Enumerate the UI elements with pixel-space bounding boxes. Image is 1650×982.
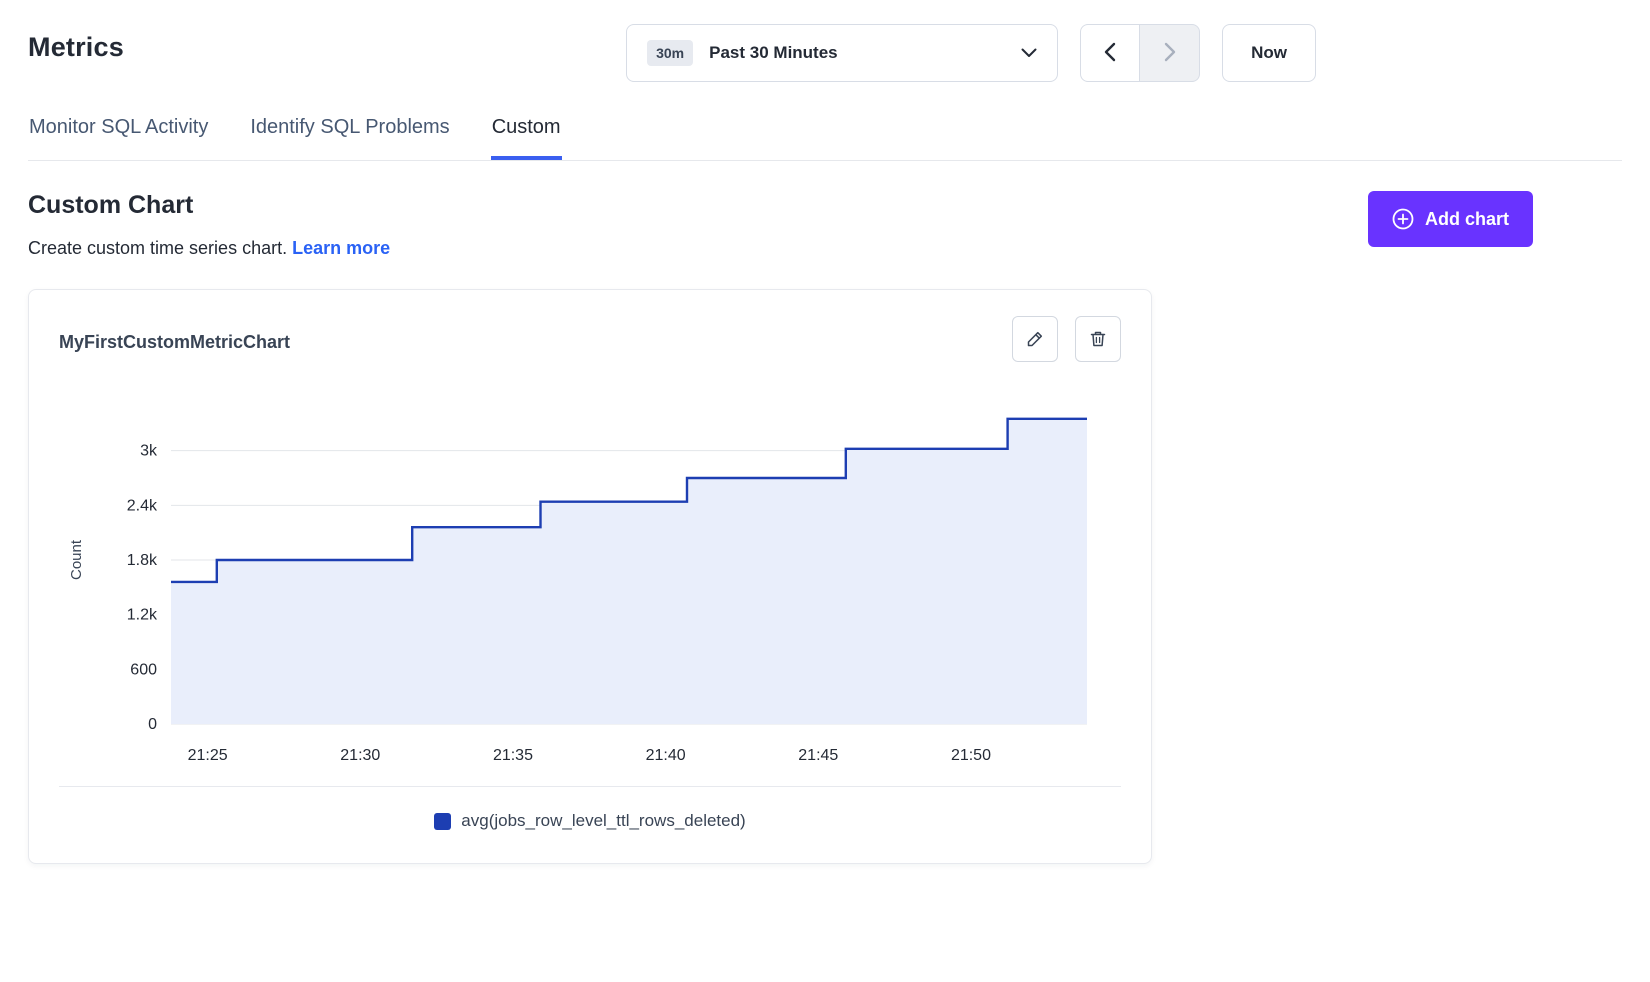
page-header: Metrics 30m Past 30 Minutes <box>28 24 1622 82</box>
chart-title: MyFirstCustomMetricChart <box>59 332 290 353</box>
svg-text:1.8k: 1.8k <box>127 552 158 569</box>
custom-chart-section-text: Custom Chart Create custom time series c… <box>28 191 390 259</box>
chart-plot-area: 0 600 1.2k 1.8k 2.4k 3k 21:25 21:30 21:35 21:40 21… <box>59 380 1121 780</box>
plus-circle-icon <box>1392 208 1414 230</box>
time-next-button[interactable] <box>1140 24 1200 82</box>
now-button[interactable]: Now <box>1222 24 1316 82</box>
chevron-right-icon <box>1164 42 1176 65</box>
svg-text:0: 0 <box>148 716 157 733</box>
legend-divider <box>59 786 1121 787</box>
svg-text:21:45: 21:45 <box>798 747 838 764</box>
svg-text:2.4k: 2.4k <box>127 497 158 514</box>
chart-card-actions <box>1012 316 1121 362</box>
svg-text:21:50: 21:50 <box>951 747 991 764</box>
add-chart-button-label: Add chart <box>1425 209 1509 230</box>
chevron-down-icon <box>1021 48 1037 58</box>
svg-text:Count: Count <box>68 539 85 580</box>
tab-monitor-sql-activity[interactable]: Monitor SQL Activity <box>28 116 209 160</box>
chevron-left-icon <box>1104 42 1116 65</box>
tab-bar: Monitor SQL Activity Identify SQL Proble… <box>28 116 1622 161</box>
trash-icon <box>1088 329 1108 349</box>
page-title: Metrics <box>28 32 124 63</box>
svg-text:21:40: 21:40 <box>646 747 686 764</box>
pencil-icon <box>1025 329 1045 349</box>
add-chart-button[interactable]: Add chart <box>1368 191 1533 247</box>
time-controls: 30m Past 30 Minutes Now <box>626 24 1316 82</box>
time-range-picker[interactable]: 30m Past 30 Minutes <box>626 24 1058 82</box>
chart-legend: avg(jobs_row_level_ttl_rows_deleted) <box>59 811 1121 831</box>
svg-text:600: 600 <box>130 661 157 678</box>
edit-chart-button[interactable] <box>1012 316 1058 362</box>
tab-identify-sql-problems[interactable]: Identify SQL Problems <box>249 116 450 160</box>
section-description-text: Create custom time series chart. <box>28 238 287 258</box>
legend-swatch <box>434 813 451 830</box>
learn-more-link[interactable]: Learn more <box>292 238 390 258</box>
section-description: Create custom time series chart. Learn m… <box>28 238 390 259</box>
section-title: Custom Chart <box>28 191 390 220</box>
time-prev-button[interactable] <box>1080 24 1140 82</box>
svg-text:3k: 3k <box>140 443 158 460</box>
legend-label[interactable]: avg(jobs_row_level_ttl_rows_deleted) <box>461 811 745 831</box>
metrics-page: Metrics 30m Past 30 Minutes <box>0 0 1650 982</box>
tab-custom[interactable]: Custom <box>491 116 562 160</box>
custom-chart-canvas: 0 600 1.2k 1.8k 2.4k 3k 21:25 21:30 21:35 21:40 21… <box>59 380 1099 780</box>
delete-chart-button[interactable] <box>1075 316 1121 362</box>
time-pager <box>1080 24 1200 82</box>
time-range-badge: 30m <box>647 40 693 66</box>
custom-metric-chart-card: MyFirstCustomMetricChart 0 600 1.2k 1.8k 2.4… <box>28 289 1152 864</box>
svg-text:21:25: 21:25 <box>188 747 228 764</box>
svg-text:1.2k: 1.2k <box>127 607 158 624</box>
custom-chart-section-header: Custom Chart Create custom time series c… <box>28 191 1533 259</box>
svg-text:21:30: 21:30 <box>340 747 380 764</box>
time-range-label: Past 30 Minutes <box>709 43 838 63</box>
chart-card-header: MyFirstCustomMetricChart <box>59 316 1121 362</box>
svg-text:21:35: 21:35 <box>493 747 533 764</box>
